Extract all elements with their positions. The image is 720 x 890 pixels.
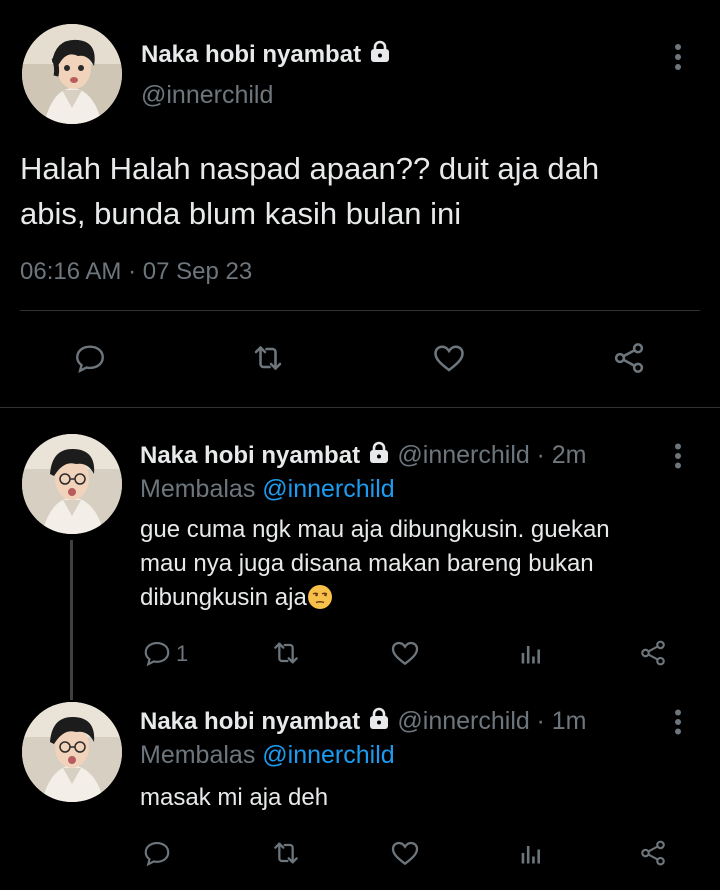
more-options-icon[interactable] — [664, 40, 692, 74]
thread-line — [70, 540, 73, 700]
reply-time[interactable]: · 1m — [536, 707, 586, 735]
analytics-icon[interactable] — [514, 636, 548, 670]
tweet-text: Halah Halah naspad apaan?? duit aja dah … — [20, 146, 599, 236]
reply-header: Naka hobi nyambat @innerchild · 1m — [140, 707, 586, 738]
reply-header: Naka hobi nyambat @innerchild · 2m — [140, 441, 586, 472]
like-icon[interactable] — [388, 836, 422, 870]
reply-text-line: dibungkusin aja — [140, 581, 610, 620]
reply-time[interactable]: · 2m — [536, 441, 586, 469]
retweet-icon[interactable] — [269, 636, 303, 670]
analytics-icon[interactable] — [514, 836, 548, 870]
reply-text-segment: dibungkusin aja — [140, 584, 307, 611]
replying-to-prefix: Membalas — [140, 475, 256, 503]
share-icon[interactable] — [609, 338, 649, 378]
share-icon[interactable] — [636, 636, 670, 670]
avatar-photo — [22, 24, 122, 124]
replying-to-handle[interactable]: @innerchild — [262, 475, 394, 503]
replying-to: Membalas @innerchild — [140, 741, 395, 770]
avatar-photo — [22, 434, 122, 534]
reply-icon[interactable] — [70, 338, 110, 378]
tweet-timestamp[interactable]: 06:16 AM · 07 Sep 23 — [20, 258, 252, 286]
reply-count: 1 — [176, 641, 189, 666]
retweet-icon[interactable] — [269, 836, 303, 870]
reply-text-line: mau nya juga disana makan bareng bukan — [140, 550, 594, 577]
lock-icon — [367, 707, 391, 738]
retweet-icon[interactable] — [248, 338, 288, 378]
replying-to: Membalas @innerchild — [140, 475, 395, 504]
replying-to-prefix: Membalas — [140, 741, 256, 769]
avatar[interactable] — [22, 24, 122, 124]
tweet-text-line: abis, bunda blum kasih bulan ini — [20, 196, 462, 231]
divider — [20, 310, 700, 311]
lock-icon — [368, 40, 392, 71]
like-icon[interactable] — [388, 636, 422, 670]
author-handle[interactable]: @innerchild — [141, 81, 273, 110]
reply-text-line: gue cuma ngk mau aja dibungkusin. guekan — [140, 516, 610, 543]
replying-to-handle[interactable]: @innerchild — [262, 741, 394, 769]
reply-icon[interactable] — [140, 636, 174, 670]
more-options-icon[interactable] — [664, 441, 692, 471]
lock-icon — [367, 441, 391, 472]
author-name[interactable]: Naka hobi nyambat — [140, 442, 360, 469]
reply-icon[interactable] — [140, 836, 174, 870]
reply-text: gue cuma ngk mau aja dibungkusin. guekan… — [140, 513, 610, 620]
section-divider — [0, 407, 720, 408]
reply-text: masak mi aja deh — [140, 784, 329, 811]
avatar[interactable] — [22, 702, 122, 802]
author-handle[interactable]: @innerchild — [397, 707, 529, 735]
more-options-icon[interactable] — [664, 707, 692, 737]
unamused-face-icon — [307, 584, 333, 620]
tweet-text-line: Halah Halah naspad apaan?? duit aja dah — [20, 151, 600, 186]
author-handle[interactable]: @innerchild — [397, 441, 529, 469]
like-icon[interactable] — [429, 338, 469, 378]
author-name-text: Naka hobi nyambat — [141, 41, 362, 68]
share-icon[interactable] — [636, 836, 670, 870]
author-name[interactable]: Naka hobi nyambat — [141, 40, 392, 71]
avatar[interactable] — [22, 434, 122, 534]
author-name[interactable]: Naka hobi nyambat — [140, 708, 360, 735]
avatar-photo — [22, 702, 122, 802]
